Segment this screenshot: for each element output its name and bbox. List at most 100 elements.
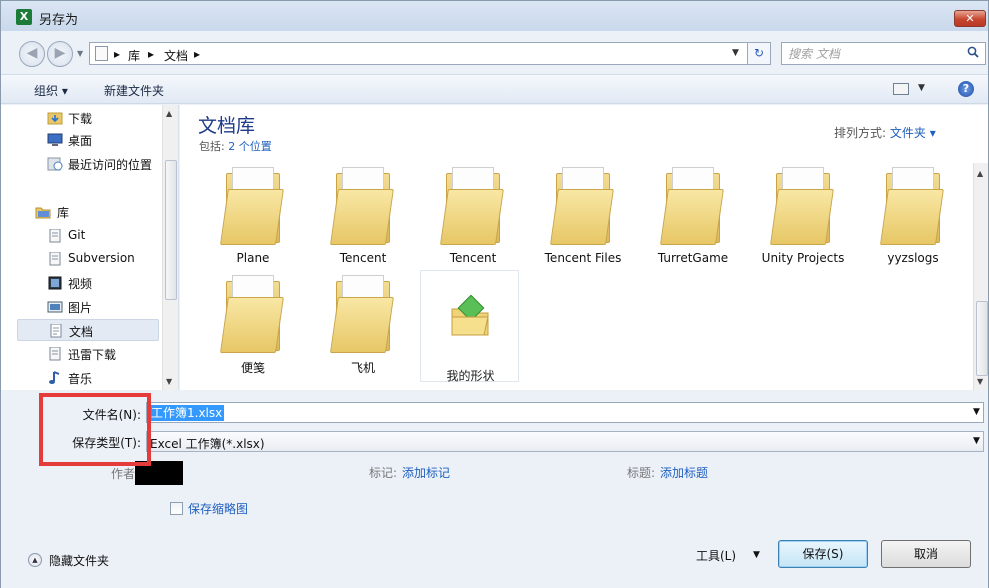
breadcrumb-separator[interactable]: ▸ <box>114 47 120 61</box>
nav-item-label: Git <box>68 228 86 242</box>
includes-locations-link[interactable]: 2 个位置 <box>228 140 272 153</box>
nav-item-label: 视频 <box>68 277 93 291</box>
title-bar: X 另存为 ✕ <box>1 1 988 31</box>
nav-item-git[interactable]: Git <box>17 225 159 247</box>
refresh-button[interactable]: ↻ <box>747 42 771 65</box>
folder-item[interactable]: Tencent Files <box>528 167 628 272</box>
folder-label: Tencent <box>339 251 387 265</box>
folder-label: yyzslogs <box>887 251 939 265</box>
breadcrumb-library[interactable]: 库 <box>128 47 140 64</box>
add-tags-link[interactable]: 添加标记 <box>402 464 450 481</box>
nav-item-label: 图片 <box>68 301 93 315</box>
folder-item[interactable]: Tencent <box>308 167 408 272</box>
organize-button[interactable]: 组织 ▾ <box>34 82 68 99</box>
nav-item-videos[interactable]: 视频 <box>17 272 159 294</box>
breadcrumb-documents[interactable]: 文档 <box>164 47 188 64</box>
filename-dropdown-icon[interactable]: ▼ <box>973 407 980 417</box>
nav-item-label: 库 <box>57 206 70 220</box>
scrollbar-thumb[interactable] <box>976 301 988 376</box>
cancel-button[interactable]: 取消 <box>881 540 971 568</box>
nav-item-recent-places[interactable]: 最近访问的位置 <box>17 153 159 175</box>
navigation-pane: 下载 桌面 最近访问的位置 库 Git Subversion 视频 图片 文档 … <box>1 105 179 390</box>
videos-icon <box>48 276 62 290</box>
scroll-up-icon[interactable]: ▲ <box>977 169 983 178</box>
folder-icon <box>328 275 394 355</box>
folder-item[interactable]: 飞机 <box>308 275 408 380</box>
add-title-link[interactable]: 添加标题 <box>660 464 708 481</box>
views-dropdown-icon[interactable]: ▼ <box>918 83 925 93</box>
save-button[interactable]: 保存(S) <box>778 540 868 568</box>
nav-item-label: 文档 <box>69 325 94 339</box>
nav-item-label: 音乐 <box>68 372 93 386</box>
folder-item[interactable]: 便笺 <box>198 275 298 380</box>
forward-button[interactable]: ▶ <box>47 41 73 67</box>
file-type-value: Excel 工作簿(*.xlsx) <box>150 437 265 451</box>
tools-menu[interactable]: 工具(L) <box>696 547 736 564</box>
folder-item[interactable]: Tencent <box>418 167 518 272</box>
recent-pages-dropdown[interactable]: ▼ <box>77 49 83 58</box>
scroll-down-icon[interactable]: ▼ <box>166 377 172 386</box>
documents-icon <box>50 324 62 338</box>
close-button[interactable]: ✕ <box>954 10 986 27</box>
scroll-down-icon[interactable]: ▼ <box>977 377 983 386</box>
filename-input[interactable]: 工作簿1.xlsx ▼ <box>146 402 984 423</box>
scroll-up-icon[interactable]: ▲ <box>166 109 172 118</box>
folder-item[interactable]: TurretGame <box>638 167 738 272</box>
library-doc-icon <box>49 347 61 361</box>
tools-dropdown-icon[interactable]: ▼ <box>753 550 760 560</box>
back-button[interactable]: ◀ <box>19 41 45 67</box>
save-thumbnail-checkbox[interactable] <box>170 502 183 515</box>
pictures-icon <box>47 301 63 313</box>
recent-places-icon <box>47 157 63 171</box>
hide-folders-button[interactable]: 隐藏文件夹 <box>49 552 109 569</box>
nav-item-music[interactable]: 音乐 <box>17 367 159 389</box>
nav-item-label: 桌面 <box>68 134 93 148</box>
highlight-annotation-box <box>39 393 151 466</box>
file-list-scrollbar[interactable]: ▲ ▼ <box>973 163 988 390</box>
folder-label: Plane <box>236 251 270 265</box>
nav-item-label: 最近访问的位置 <box>68 158 153 172</box>
file-type-select[interactable]: Excel 工作簿(*.xlsx) ▼ <box>146 431 984 452</box>
nav-item-label: 下载 <box>68 112 93 126</box>
title-label: 标题: <box>627 466 656 480</box>
nav-item-desktop[interactable]: 桌面 <box>17 129 159 151</box>
search-box[interactable] <box>781 42 986 65</box>
arrange-label: 排列方式: <box>834 126 887 140</box>
folder-item[interactable]: yyzslogs <box>858 167 958 272</box>
search-input[interactable] <box>788 45 958 63</box>
tags-label: 标记: <box>369 466 398 480</box>
folder-icon <box>658 167 724 247</box>
nav-item-subversion[interactable]: Subversion <box>17 248 159 270</box>
breadcrumb-separator[interactable]: ▸ <box>148 47 154 61</box>
nav-scrollbar[interactable]: ▲ ▼ <box>162 105 178 390</box>
file-list: 文档库 包括: 2 个位置 排列方式: 文件夹 ▾ Plane Tencent … <box>180 105 988 390</box>
scrollbar-thumb[interactable] <box>165 160 177 300</box>
nav-item-documents[interactable]: 文档 <box>17 319 159 341</box>
file-item[interactable]: 我的形状 <box>420 270 519 383</box>
document-icon <box>95 46 108 61</box>
help-icon[interactable]: ? <box>958 81 974 97</box>
save-thumbnail-label[interactable]: 保存缩略图 <box>188 500 248 517</box>
address-bar[interactable]: ▸ 库 ▸ 文档 ▸ ▼ <box>89 42 749 65</box>
nav-item-pictures[interactable]: 图片 <box>17 296 159 318</box>
nav-item-xunlei-downloads[interactable]: 迅雷下载 <box>17 343 159 365</box>
change-view-icon[interactable] <box>893 83 909 95</box>
library-doc-icon <box>49 229 61 243</box>
folder-item[interactable]: Unity Projects <box>748 167 848 272</box>
nav-item-label: Subversion <box>68 251 135 265</box>
search-icon[interactable] <box>967 46 979 58</box>
folder-icon <box>218 167 284 247</box>
desktop-icon <box>47 133 63 146</box>
chevron-up-icon[interactable]: ▲ <box>28 553 42 567</box>
nav-item-libraries[interactable]: 库 <box>17 201 159 223</box>
filename-value[interactable]: 工作簿1.xlsx <box>149 405 225 421</box>
nav-item-downloads[interactable]: 下载 <box>17 107 159 129</box>
folder-item[interactable]: Plane <box>198 167 298 272</box>
arrange-by-dropdown[interactable]: 文件夹 ▾ <box>890 126 936 140</box>
breadcrumb-separator[interactable]: ▸ <box>194 47 200 61</box>
folder-icon <box>548 167 614 247</box>
file-type-dropdown-icon[interactable]: ▼ <box>973 436 980 446</box>
new-folder-button[interactable]: 新建文件夹 <box>104 82 164 99</box>
library-icon <box>35 207 51 219</box>
address-dropdown-icon[interactable]: ▼ <box>732 48 744 58</box>
